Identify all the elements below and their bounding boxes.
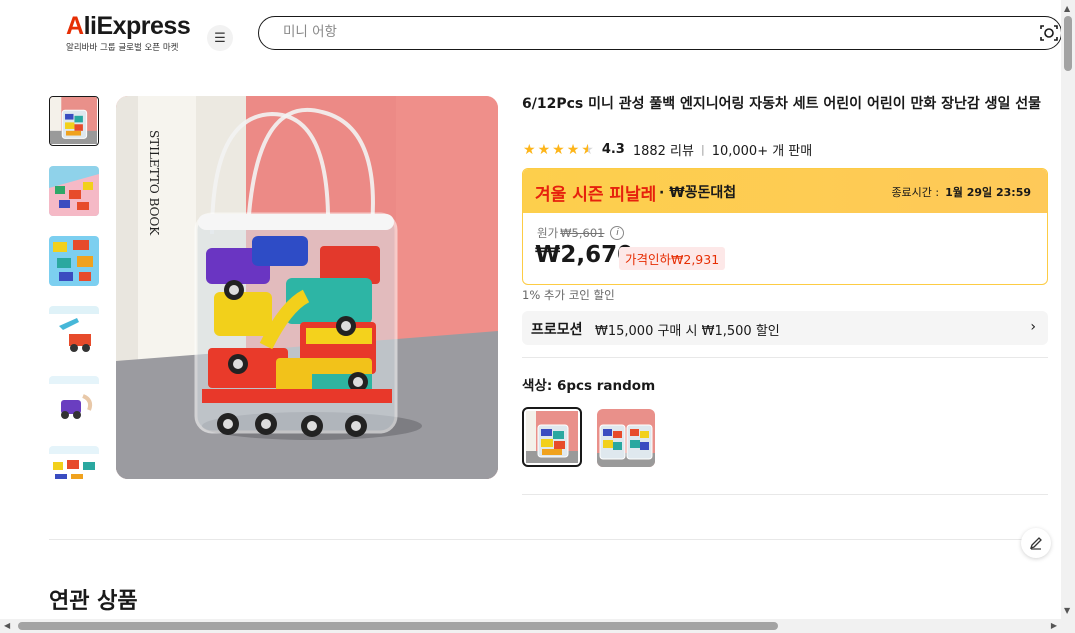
thumbnail-4[interactable] [49,306,99,356]
deal-subtitle: · ₩꽁돈대첩 [659,185,737,201]
horizontal-scroll-thumb[interactable] [18,622,778,630]
color-label: 색상: [522,378,553,394]
search-bar[interactable] [258,16,1062,50]
info-icon[interactable]: i [610,226,625,240]
divider [49,539,1048,540]
discount-badge: 가격인하₩2,931 [619,247,726,270]
star-rating: ★ ★ ★ ★ ★ [523,142,594,158]
feedback-button[interactable] [1021,528,1051,558]
color-option-6pcs[interactable] [522,407,582,467]
thumbnail-2[interactable] [49,166,99,216]
scroll-up-arrow-icon[interactable]: ▲ [1064,4,1070,13]
star-icon: ★ [537,141,551,158]
main-product-image[interactable]: STILETTO BOOK [116,96,498,479]
deal-box: 겨울 시즌 피날레 · ₩꽁돈대첩 종료시간 : 1월 29일 23:59 원가 … [522,168,1048,285]
color-option-12pcs[interactable] [597,409,655,467]
promotion-row[interactable]: 프로모션 ₩15,000 구매 시 ₩1,500 할인 › [522,311,1048,345]
deal-end-value: 1월 29일 23:59 [945,186,1031,199]
rating-row: ★ ★ ★ ★ ★ 4.3 1882 리뷰 | 10,000+ 개 판매 [523,140,813,160]
thumbnail-5[interactable] [49,376,99,426]
related-products-title: 연관 상품 [49,589,138,614]
deal-name: 겨울 시즌 피날레 [535,185,657,205]
search-input[interactable] [281,23,985,41]
scroll-left-arrow-icon[interactable]: ◀ [4,621,10,630]
original-price-label: 원가 [537,226,559,240]
star-icon: ★ [552,141,565,158]
horizontal-scrollbar[interactable]: ◀ ▶ [0,619,1061,633]
logo-text: AliExpress [66,12,191,40]
thumbnail-list [49,96,102,479]
review-count[interactable]: 1882 리뷰 [633,140,694,159]
pencil-icon [1029,537,1042,550]
product-title: 6/12Pcs 미니 관성 풀백 엔지니어링 자동차 세트 어린이 어린이 만화… [522,96,1041,112]
original-price-row: 원가 ₩5,601 i [537,225,625,241]
star-icon: ★ [566,141,580,158]
divider: | [700,143,705,156]
svg-text:STILETTO BOOK: STILETTO BOOK [147,130,161,236]
vertical-scroll-thumb[interactable] [1064,16,1072,71]
camera-search-icon[interactable] [1039,23,1059,43]
thumbnail-6[interactable] [49,446,99,479]
hamburger-icon: ☰ [214,30,226,46]
half-star-icon: ★ [581,141,594,158]
star-icon: ★ [523,141,536,158]
deal-end-time: 종료시간 : 1월 29일 23:59 [891,184,1031,200]
logo-tagline: 알리바바 그룹 글로벌 오픈 마켓 [66,43,179,53]
menu-button[interactable]: ☰ [207,25,233,51]
aliexpress-logo[interactable]: AliExpress 알리바바 그룹 글로벌 오픈 마켓 [66,12,191,53]
deal-header: 겨울 시즌 피날레 · ₩꽁돈대첩 종료시간 : 1월 29일 23:59 [523,169,1047,213]
original-price: ₩5,601 [560,226,605,240]
scroll-right-arrow-icon[interactable]: ▶ [1051,621,1057,630]
scroll-down-arrow-icon[interactable]: ▼ [1064,606,1070,615]
divider [522,357,1048,358]
thumbnail-1[interactable] [49,96,99,146]
coin-discount-text: 1% 추가 코인 할인 [522,288,615,302]
color-selection-label: 색상: 6pcs random [522,374,655,394]
promotion-label: 프로모션 [531,322,583,338]
thumbnail-3[interactable] [49,236,99,286]
rating-score: 4.3 [601,142,625,157]
vertical-scrollbar[interactable]: ▲ ▼ [1061,0,1075,633]
sold-count: 10,000+ 개 판매 [711,144,813,159]
divider [522,494,1048,495]
color-selected-value: 6pcs random [556,378,656,394]
deal-end-label: 종료시간 : [891,186,940,199]
chevron-right-icon: › [1030,319,1036,335]
promotion-text: ₩15,000 구매 시 ₩1,500 할인 [595,324,780,339]
